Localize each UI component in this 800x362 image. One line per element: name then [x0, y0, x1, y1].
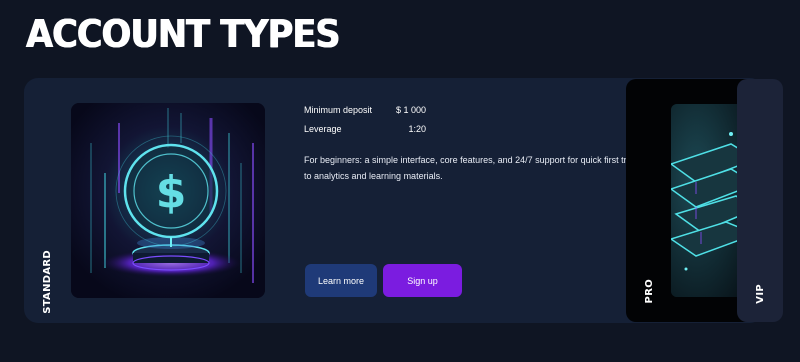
vip-tab-label: VIP	[755, 284, 766, 304]
leverage-value: 1:20	[408, 124, 426, 134]
minimum-deposit-value: $ 1 000	[395, 105, 426, 115]
account-types-carousel: STANDARD $ Minimum deposit $ 1 000 Lever…	[0, 0, 800, 362]
pro-tab-label: PRO	[644, 279, 655, 304]
leverage-label: Leverage	[304, 124, 342, 134]
svg-text:$: $	[156, 167, 187, 218]
learn-more-button[interactable]: Learn more	[305, 264, 377, 297]
dollar-coin-illustration: $	[71, 103, 265, 298]
minimum-deposit-label: Minimum deposit	[304, 105, 373, 115]
account-card-vip[interactable]: VIP	[737, 79, 783, 322]
sign-up-button[interactable]: Sign up	[383, 264, 462, 297]
dollar-coin-icon: $	[71, 103, 265, 298]
standard-tab-label: STANDARD	[42, 250, 53, 314]
